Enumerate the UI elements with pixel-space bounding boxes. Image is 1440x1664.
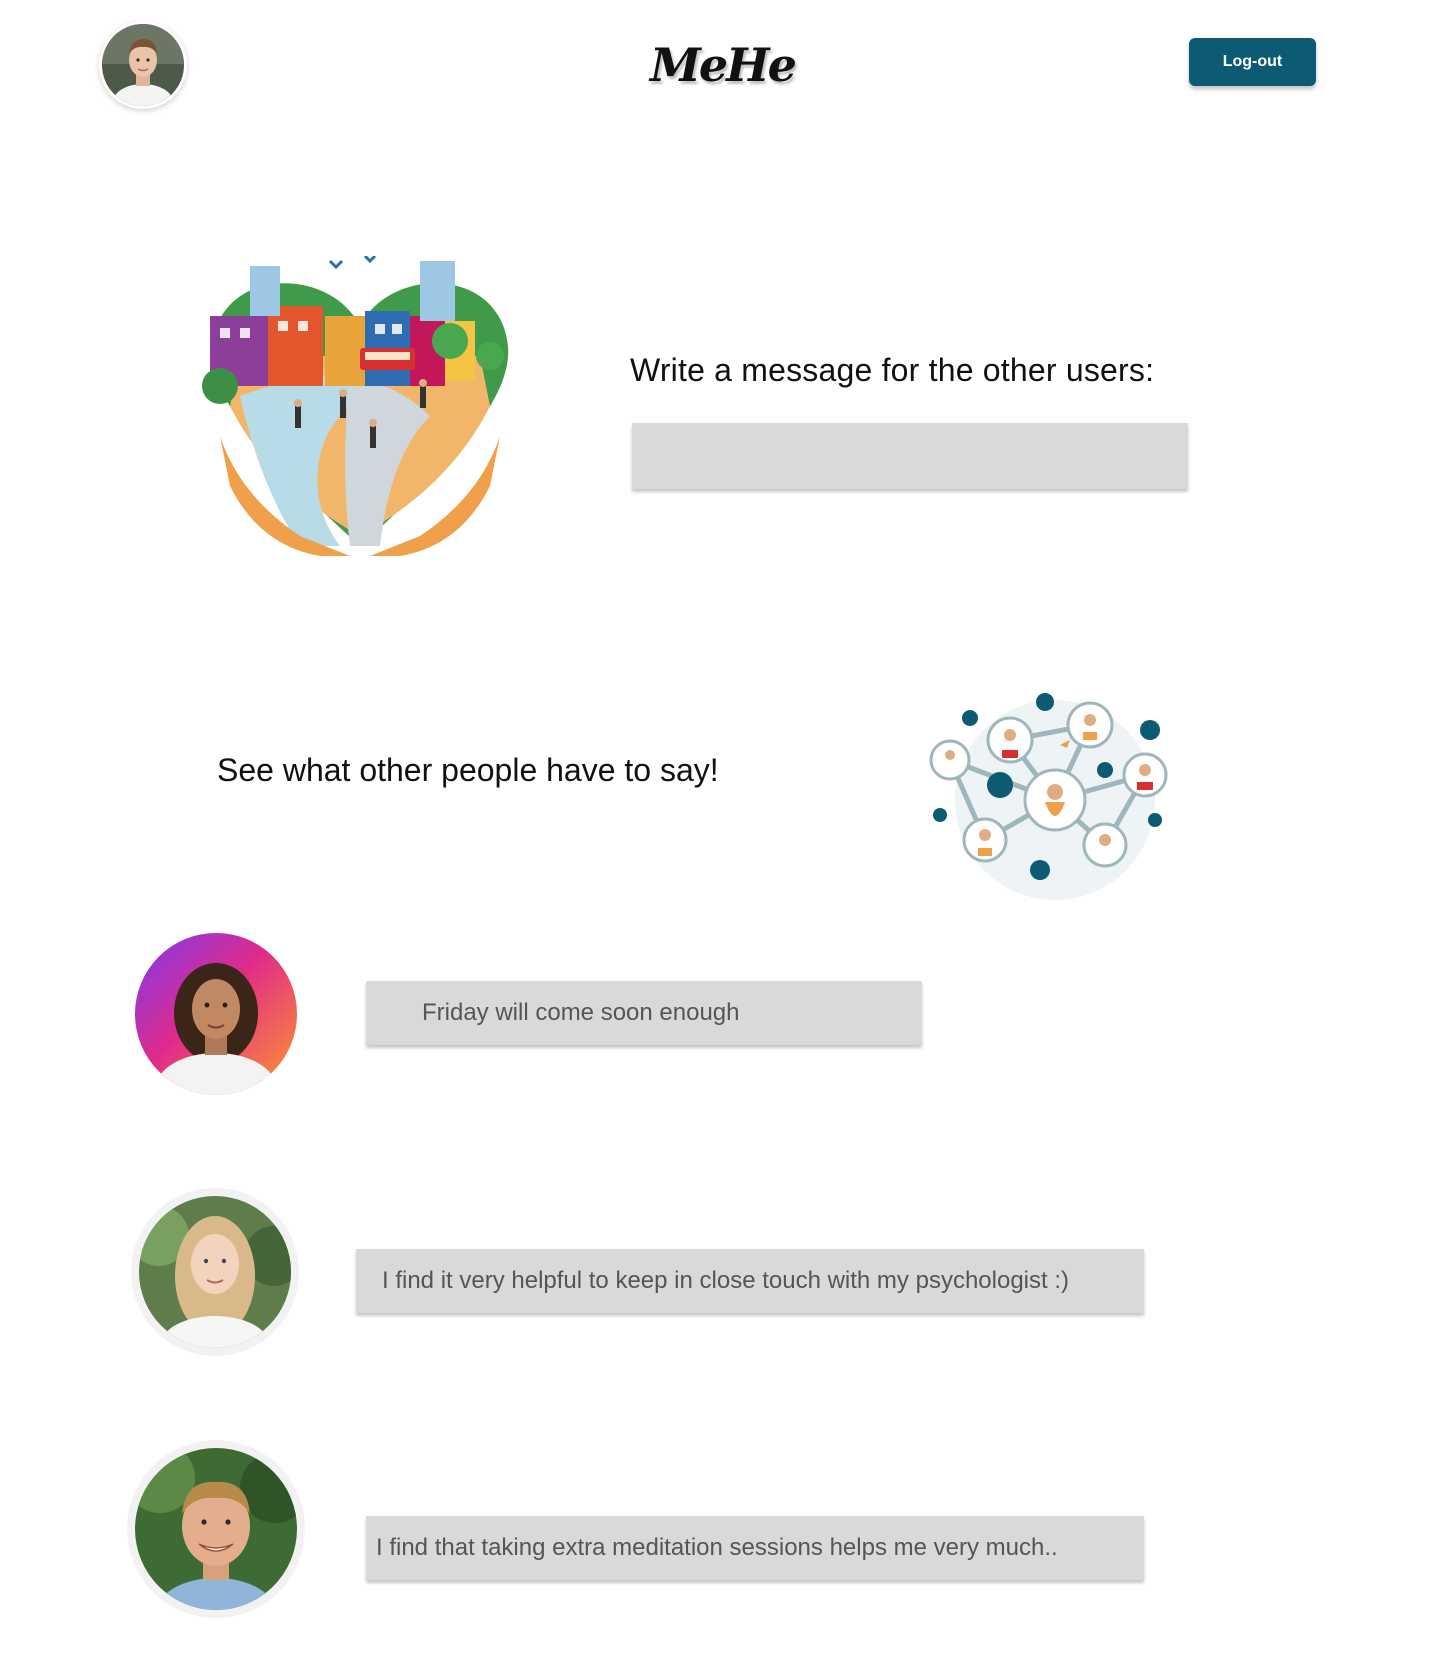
user-portrait-icon — [102, 24, 184, 106]
brand-logo: MeHe — [650, 38, 797, 92]
logout-button[interactable]: Log-out — [1189, 38, 1316, 86]
social-network-illustration — [920, 690, 1180, 900]
message-bubble: I find it very helpful to keep in close … — [356, 1249, 1144, 1313]
message-author-avatar[interactable] — [131, 1188, 299, 1356]
message-author-avatar[interactable] — [127, 1440, 305, 1618]
compose-prompt: Write a message for the other users: — [630, 352, 1155, 388]
man-portrait-icon — [135, 1448, 297, 1610]
woman-portrait-icon — [139, 1196, 291, 1348]
message-bubble: I find that taking extra meditation sess… — [366, 1516, 1144, 1580]
woman-portrait-icon — [135, 933, 297, 1095]
feed-heading: See what other people have to say! — [217, 752, 719, 788]
message-input[interactable] — [632, 423, 1188, 489]
current-user-avatar[interactable] — [99, 21, 187, 109]
message-text: I find that taking extra meditation sess… — [376, 1534, 1058, 1561]
message-text: Friday will come soon enough — [422, 999, 740, 1026]
community-heart-illustration — [200, 254, 520, 556]
message-text: I find it very helpful to keep in close … — [382, 1267, 1069, 1294]
message-bubble: Friday will come soon enough — [366, 981, 922, 1045]
message-author-avatar[interactable] — [135, 933, 297, 1095]
